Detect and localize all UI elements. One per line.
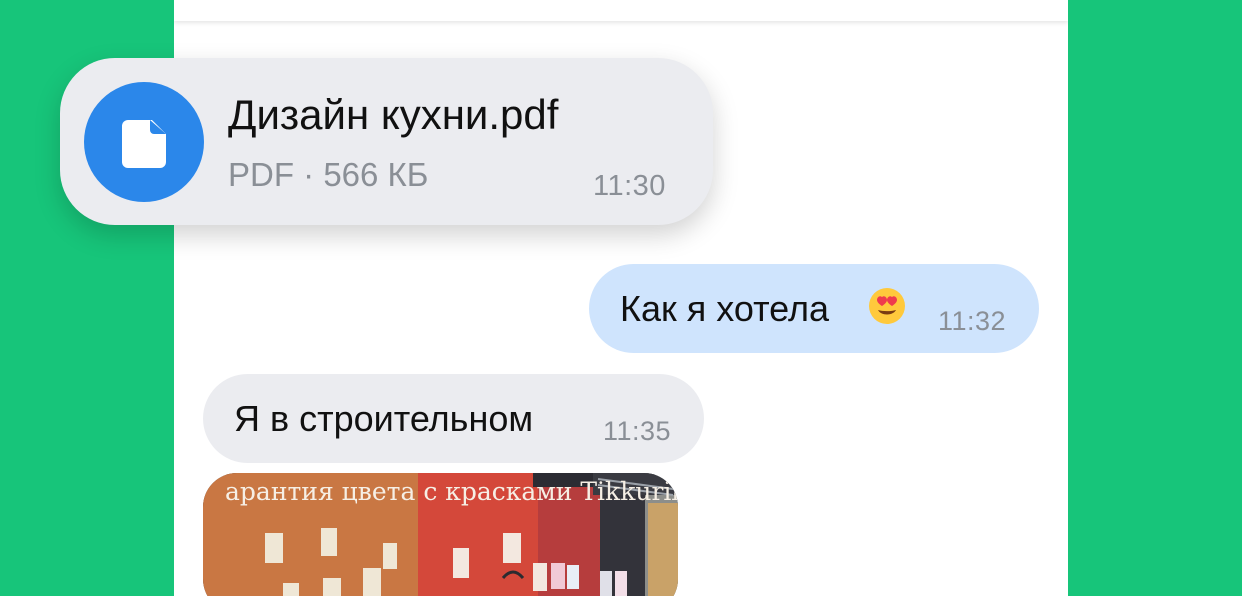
photo-message[interactable]: арантия цвета с красками Tikkurila bbox=[203, 473, 678, 596]
heart-eyes-emoji bbox=[868, 287, 906, 330]
chat-header bbox=[174, 0, 1068, 21]
message-time: 11:32 bbox=[938, 306, 1007, 336]
file-meta: PDF · 566 КБ bbox=[228, 156, 429, 193]
file-name: Дизайн кухни.pdf bbox=[228, 91, 559, 138]
message-bubble-incoming[interactable]: Я в строительном 11:35 bbox=[203, 374, 704, 463]
photo-caption: арантия цвета с красками Tikkurila bbox=[225, 477, 678, 506]
file-message[interactable]: Дизайн кухни.pdf PDF · 566 КБ 11:30 bbox=[60, 58, 713, 225]
message-text: Я в строительном bbox=[234, 398, 534, 439]
message-bubble-outgoing[interactable]: Как я хотела 11:32 bbox=[589, 264, 1039, 353]
message-time: 11:35 bbox=[603, 416, 672, 446]
message-time: 11:30 bbox=[593, 170, 666, 202]
document-icon[interactable] bbox=[84, 82, 204, 202]
message-text: Как я хотела bbox=[620, 288, 830, 329]
